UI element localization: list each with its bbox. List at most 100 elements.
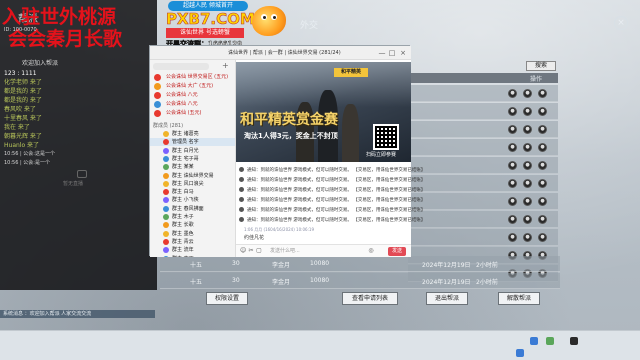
pinned-chat-item[interactable]: 公会诛仙 世界交易区 (五元)	[150, 73, 235, 82]
close-icon[interactable]: ×	[614, 16, 628, 30]
member-list-item[interactable]: 群主 春风拂面	[150, 205, 235, 213]
row-action-icon[interactable]: ●	[508, 107, 517, 116]
row-action-icon[interactable]: ●	[538, 89, 547, 98]
game-logo: 和平精英	[334, 68, 368, 77]
member-list-item[interactable]: 群主 风口浪尖	[150, 180, 235, 188]
taskbar	[0, 330, 640, 360]
member-name: 群主 宅子哥	[172, 155, 199, 162]
gang-level: 30	[232, 277, 240, 284]
search-button[interactable]: 搜索	[526, 61, 556, 71]
qq-chat-window: 诛仙世界 | 帮派 | 会一群 | 诛仙世界交易 (281/24) — □ × …	[149, 45, 425, 257]
app-tray-icon[interactable]	[546, 337, 554, 345]
pinned-chat-item[interactable]: 公会诛仙 八元	[150, 91, 235, 100]
member-list-item[interactable]: 群主 长歌	[150, 221, 235, 229]
pinned-chat-label: 公会诛仙 (五元)	[166, 110, 202, 116]
row-action-icon[interactable]: ●	[523, 125, 532, 134]
member-list-item[interactable]: 群主 木子	[150, 213, 235, 221]
row-action-icon[interactable]: ●	[538, 215, 547, 224]
qq-titlebar[interactable]: 诛仙世界 | 帮派 | 会一群 | 诛仙世界交易 (281/24) — □ ×	[150, 46, 411, 60]
disband-gang-button[interactable]: 解散帮派	[498, 292, 540, 305]
send-button[interactable]: 发送	[388, 247, 406, 256]
close-icon[interactable]: ×	[399, 49, 407, 57]
chat-message: 通知：到就的诛仙世界 游戏模式，但可以随时交易。 【交易区，用诛仙世界交易已结账…	[239, 176, 425, 186]
row-action-icon[interactable]: ●	[523, 197, 532, 206]
row-action-icon[interactable]: ●	[538, 233, 547, 242]
member-list-item[interactable]: 群主 流年	[150, 246, 235, 254]
row-action-icon[interactable]: ●	[508, 233, 517, 242]
scissors-icon[interactable]: ✂	[248, 248, 254, 254]
table-row[interactable]: 十五 30 李金月 10080 2024年12月19日 2小时前	[160, 256, 560, 272]
row-action-icon[interactable]: ●	[523, 107, 532, 116]
table-row[interactable]: ● ● ●	[408, 229, 558, 246]
pinned-chat-label: 公会诛仙 世界交易区 (五元)	[166, 74, 229, 80]
member-list-item[interactable]: 群主 某某	[150, 163, 235, 171]
table-row[interactable]: ● ● ●	[408, 157, 558, 174]
row-action-icon[interactable]: ●	[508, 215, 517, 224]
message-text: 通知：到就的诛仙世界 游戏模式，但可以随时交易。 【交易区，用诛仙世界交易已结账…	[247, 188, 426, 193]
live-hint: 暂无直播	[63, 181, 84, 187]
message-text: 通知：到就的诛仙世界 游戏模式，但可以随时交易。 【交易区，用诛仙世界交易已结账…	[247, 168, 426, 173]
message-input[interactable]: 发送什么吧...	[270, 247, 350, 256]
avatar	[163, 238, 169, 245]
row-action-icon[interactable]: ●	[538, 179, 547, 188]
view-applications-button[interactable]: 查看申请列表	[342, 292, 398, 305]
quit-gang-button[interactable]: 退出帮派	[426, 292, 468, 305]
add-icon[interactable]: +	[222, 62, 230, 70]
emoji-icon[interactable]: ☺	[240, 248, 246, 254]
table-row[interactable]: 十五 30 李金月 10080 2024年12月19日 2小时前	[160, 273, 560, 289]
image-icon[interactable]: ▢	[256, 248, 262, 254]
member-list-item[interactable]: 群主 白月光	[150, 147, 235, 155]
app-tray-icon[interactable]	[570, 337, 578, 345]
row-action-icon[interactable]: ●	[523, 233, 532, 242]
maximize-icon[interactable]: □	[388, 49, 396, 57]
row-action-icon[interactable]: ●	[508, 143, 517, 152]
pinned-chat-item[interactable]: 公会诛仙 (五元)	[150, 109, 235, 118]
row-action-icon[interactable]: ●	[523, 89, 532, 98]
row-action-icon[interactable]: ●	[508, 161, 517, 170]
row-action-icon[interactable]: ●	[538, 125, 547, 134]
table-row[interactable]: ● ● ●	[408, 211, 558, 228]
table-row[interactable]: ● ● ●	[408, 103, 558, 120]
network-icon[interactable]	[530, 337, 538, 345]
member-list-item[interactable]: 群主 夜雨	[150, 255, 235, 257]
row-action-icon[interactable]: ●	[508, 125, 517, 134]
row-action-icon[interactable]: ●	[523, 179, 532, 188]
table-row[interactable]: ● ● ●	[408, 121, 558, 138]
pinned-chat-item[interactable]: 公会诛仙 大广 (五元)	[150, 82, 235, 91]
table-row[interactable]: ● ● ●	[408, 85, 558, 102]
table-row[interactable]: ● ● ●	[408, 193, 558, 210]
member-list-item[interactable]: 群主 诸葛亮	[150, 130, 235, 138]
search-input[interactable]	[153, 63, 209, 70]
row-action-icon[interactable]: ●	[538, 107, 547, 116]
table-row[interactable]: ● ● ●	[408, 139, 558, 156]
row-action-icon[interactable]: ●	[538, 143, 547, 152]
row-action-icon[interactable]: ●	[538, 161, 547, 170]
member-list-item[interactable]: 群主 诛仙世界交易	[150, 172, 235, 180]
qq-tray-icon[interactable]	[516, 349, 524, 357]
member-list-item[interactable]: 群主 白马	[150, 188, 235, 196]
minimize-icon[interactable]: —	[378, 49, 386, 57]
member-list-item[interactable]: 群主 墨色	[150, 230, 235, 238]
member-list-item[interactable]: 群主 小飞侠	[150, 196, 235, 204]
chat-line: 十里春风 来了	[4, 115, 42, 122]
row-action-icon[interactable]: ●	[523, 143, 532, 152]
row-action-icon[interactable]: ●	[538, 197, 547, 206]
pubg-ad-banner[interactable]: 和平精英 和平精英赏金赛 淘汰1人得3元，奖金上不封顶 扫码立即参赛	[236, 62, 411, 162]
row-action-icon[interactable]: ●	[508, 179, 517, 188]
row-action-icon[interactable]: ●	[523, 215, 532, 224]
chat-line: 我在 来了	[4, 124, 30, 131]
rights-settings-button[interactable]: 权限设置	[206, 292, 248, 305]
table-row[interactable]: ● ● ●	[408, 175, 558, 192]
member-list-item[interactable]: 管理员 名字	[150, 138, 235, 147]
voice-icon[interactable]: ◎	[368, 248, 374, 254]
member-list-item[interactable]: 群主 青云	[150, 238, 235, 246]
row-action-icon[interactable]: ●	[508, 89, 517, 98]
row-action-icon[interactable]: ●	[508, 197, 517, 206]
qr-code-icon[interactable]	[373, 124, 399, 150]
pinned-chat-item[interactable]: 公会诛仙 八元	[150, 100, 235, 109]
pinned-chat-label: 公会诛仙 八元	[166, 101, 198, 107]
avatar	[154, 110, 161, 117]
member-list-item[interactable]: 群主 宅子哥	[150, 155, 235, 163]
chat-message: 通知：到就的诛仙世界 游戏模式，但可以随时交易。 【交易区，用诛仙世界交易已结账…	[239, 206, 425, 216]
row-action-icon[interactable]: ●	[523, 161, 532, 170]
